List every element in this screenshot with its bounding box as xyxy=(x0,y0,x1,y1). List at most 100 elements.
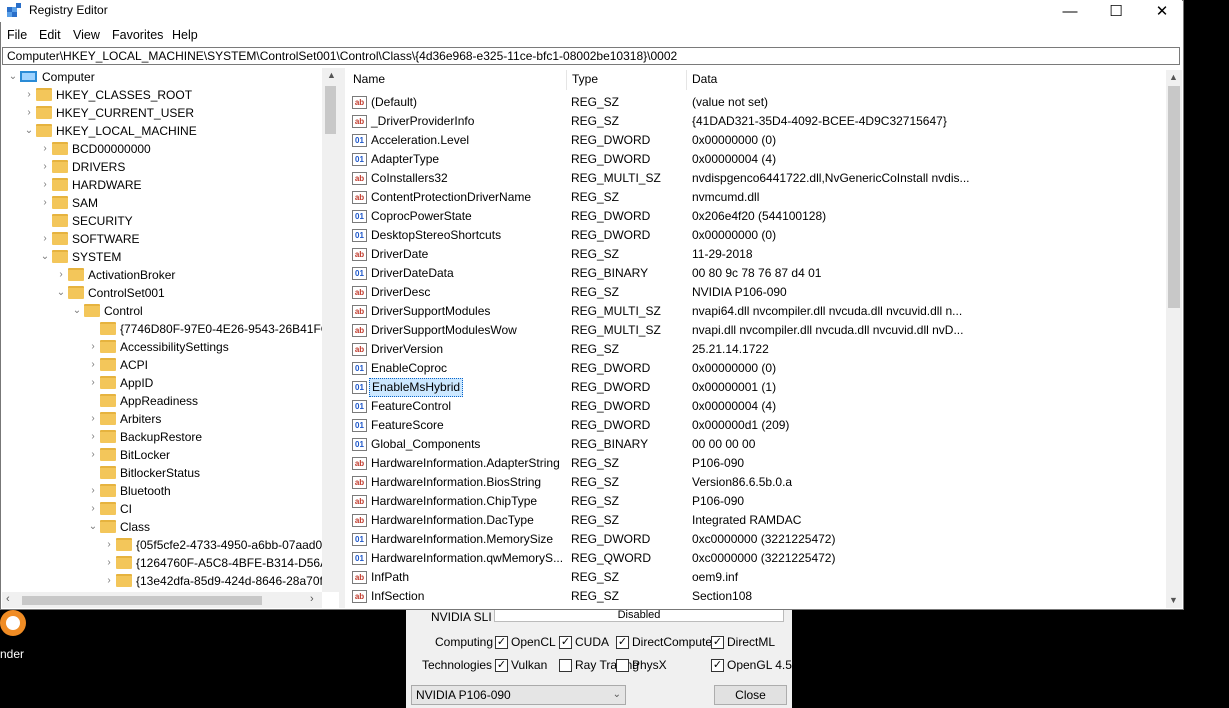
column-divider[interactable] xyxy=(566,70,567,90)
tree-node[interactable]: › AppID xyxy=(86,374,153,392)
menu-view[interactable]: View xyxy=(73,28,100,42)
tree-node[interactable]: › ACPI xyxy=(86,356,148,374)
gpu-select-dropdown[interactable]: NVIDIA P106-090 ⌄ xyxy=(411,685,626,705)
tree-node[interactable]: › HKEY_CLASSES_ROOT xyxy=(22,86,192,104)
tree-node[interactable]: › CI xyxy=(86,500,132,518)
column-header-name[interactable]: Name xyxy=(353,72,385,86)
value-name: DesktopStereoShortcuts xyxy=(371,228,502,242)
chevron-right-icon[interactable]: › xyxy=(102,536,116,554)
tree-node[interactable]: ⌄ Class xyxy=(86,518,150,536)
chevron-down-icon[interactable]: ⌄ xyxy=(22,122,36,140)
menu-favorites[interactable]: Favorites xyxy=(112,28,163,42)
chevron-right-icon[interactable]: › xyxy=(86,428,100,446)
scroll-down-arrow-icon[interactable]: ▼ xyxy=(1169,595,1178,605)
value-name: FeatureScore xyxy=(371,418,444,432)
chevron-down-icon[interactable]: ⌄ xyxy=(70,302,84,320)
tree-node[interactable]: ⌄ Control xyxy=(70,302,143,320)
chevron-right-icon[interactable]: › xyxy=(86,500,100,518)
tree-node[interactable]: ⌄ Computer xyxy=(6,68,95,86)
chevron-right-icon[interactable]: › xyxy=(38,140,52,158)
chevron-right-icon[interactable]: › xyxy=(86,356,100,374)
scroll-up-arrow-icon[interactable]: ▲ xyxy=(327,70,336,80)
chevron-down-icon[interactable]: ⌄ xyxy=(86,518,100,536)
tree-node[interactable]: ⌄ ControlSet001 xyxy=(54,284,165,302)
checkbox-opencl[interactable]: ✓ xyxy=(495,636,508,649)
tree-hscroll-thumb[interactable] xyxy=(22,596,262,605)
folder-icon xyxy=(100,322,116,335)
tree-node[interactable]: › {05f5cfe2-4733-4950-a6bb-07aad01 xyxy=(102,536,329,554)
checkbox-cuda[interactable]: ✓ xyxy=(559,636,572,649)
string-value-icon: ab xyxy=(352,115,367,128)
chevron-right-icon[interactable]: › xyxy=(38,158,52,176)
chevron-right-icon[interactable]: › xyxy=(86,410,100,428)
column-divider[interactable] xyxy=(686,70,687,90)
chevron-right-icon[interactable]: › xyxy=(38,194,52,212)
tree-node[interactable]: › HARDWARE xyxy=(38,176,142,194)
tree-node[interactable]: › Bluetooth xyxy=(86,482,171,500)
tree-node[interactable]: › HKEY_CURRENT_USER xyxy=(22,104,194,122)
value-data: Integrated RAMDAC xyxy=(692,513,802,527)
checkbox-ray-tracing[interactable] xyxy=(559,659,572,672)
chevron-right-icon[interactable]: › xyxy=(86,338,100,356)
tree-node[interactable]: › SOFTWARE xyxy=(38,230,140,248)
tree-node[interactable]: › AccessibilitySettings xyxy=(86,338,229,356)
list-scroll-thumb[interactable] xyxy=(1168,86,1180,308)
tree-node[interactable]: › DRIVERS xyxy=(38,158,125,176)
value-data: 0x00000001 (1) xyxy=(692,380,777,394)
folder-icon xyxy=(84,304,100,317)
tree-scroll-thumb[interactable] xyxy=(325,86,336,134)
chevron-right-icon[interactable]: › xyxy=(86,482,100,500)
tree-node[interactable]: › SAM xyxy=(38,194,98,212)
tree-node[interactable]: ⌄ SYSTEM xyxy=(38,248,121,266)
tree-node-label: SECURITY xyxy=(72,214,133,228)
tree-node[interactable]: AppReadiness xyxy=(86,392,198,410)
menu-help[interactable]: Help xyxy=(172,28,198,42)
tree-node[interactable]: BitlockerStatus xyxy=(86,464,200,482)
chevron-right-icon[interactable]: › xyxy=(38,176,52,194)
chevron-right-icon[interactable]: › xyxy=(38,230,52,248)
title-bar[interactable] xyxy=(0,0,1182,22)
tree-vertical-scrollbar[interactable] xyxy=(322,68,339,592)
maximize-button[interactable]: ☐ xyxy=(1093,0,1139,22)
checkbox-vulkan[interactable]: ✓ xyxy=(495,659,508,672)
chevron-right-icon[interactable]: › xyxy=(22,104,36,122)
column-header-data[interactable]: Data xyxy=(692,72,717,86)
tree-node[interactable]: {7746D80F-97E0-4E26-9543-26B41FC22 xyxy=(86,320,343,338)
chevron-down-icon[interactable]: ⌄ xyxy=(54,284,68,302)
tree-node[interactable]: › Arbiters xyxy=(86,410,161,428)
menu-edit[interactable]: Edit xyxy=(39,28,61,42)
close-button[interactable]: Close xyxy=(714,685,787,705)
value-data: nvdispgenco6441722.dll,NvGenericCoInstal… xyxy=(692,171,970,185)
close-window-button[interactable]: ✕ xyxy=(1139,0,1185,22)
tree-node[interactable]: ⌄ HKEY_LOCAL_MACHINE xyxy=(22,122,197,140)
column-header-type[interactable]: Type xyxy=(572,72,598,86)
chevron-right-icon[interactable]: › xyxy=(102,572,116,590)
address-bar[interactable]: Computer\HKEY_LOCAL_MACHINE\SYSTEM\Contr… xyxy=(2,47,1180,65)
checkbox-directml[interactable]: ✓ xyxy=(711,636,724,649)
scroll-right-arrow-icon[interactable]: › xyxy=(310,593,314,605)
chevron-down-icon[interactable]: ⌄ xyxy=(6,68,20,86)
pane-splitter[interactable] xyxy=(339,68,345,608)
value-data: 0x00000000 (0) xyxy=(692,133,777,147)
chevron-right-icon[interactable]: › xyxy=(86,374,100,392)
tree-node[interactable]: › ActivationBroker xyxy=(54,266,175,284)
tree-node-label: {05f5cfe2-4733-4950-a6bb-07aad01 xyxy=(136,538,329,552)
scroll-up-arrow-icon[interactable]: ▲ xyxy=(1169,72,1178,82)
tree-node[interactable]: › {13e42dfa-85d9-424d-8646-28a70f8 xyxy=(102,572,330,590)
chevron-right-icon[interactable]: › xyxy=(54,266,68,284)
menu-file[interactable]: File xyxy=(7,28,27,42)
minimize-button[interactable]: — xyxy=(1047,0,1093,22)
checkbox-opengl-4-5[interactable]: ✓ xyxy=(711,659,724,672)
chevron-right-icon[interactable]: › xyxy=(22,86,36,104)
tree-node[interactable]: SECURITY xyxy=(38,212,133,230)
tree-node[interactable]: › BitLocker xyxy=(86,446,170,464)
tree-node[interactable]: › BCD00000000 xyxy=(38,140,151,158)
chevron-right-icon[interactable]: › xyxy=(102,554,116,572)
chevron-right-icon[interactable]: › xyxy=(86,446,100,464)
tree-node[interactable]: › {1264760F-A5C8-4BFE-B314-D56A7 xyxy=(102,554,335,572)
tree-node[interactable]: › BackupRestore xyxy=(86,428,202,446)
scroll-left-arrow-icon[interactable]: ‹ xyxy=(6,593,10,605)
chevron-down-icon[interactable]: ⌄ xyxy=(38,248,52,266)
checkbox-directcompute[interactable]: ✓ xyxy=(616,636,629,649)
checkbox-physx[interactable] xyxy=(616,659,629,672)
